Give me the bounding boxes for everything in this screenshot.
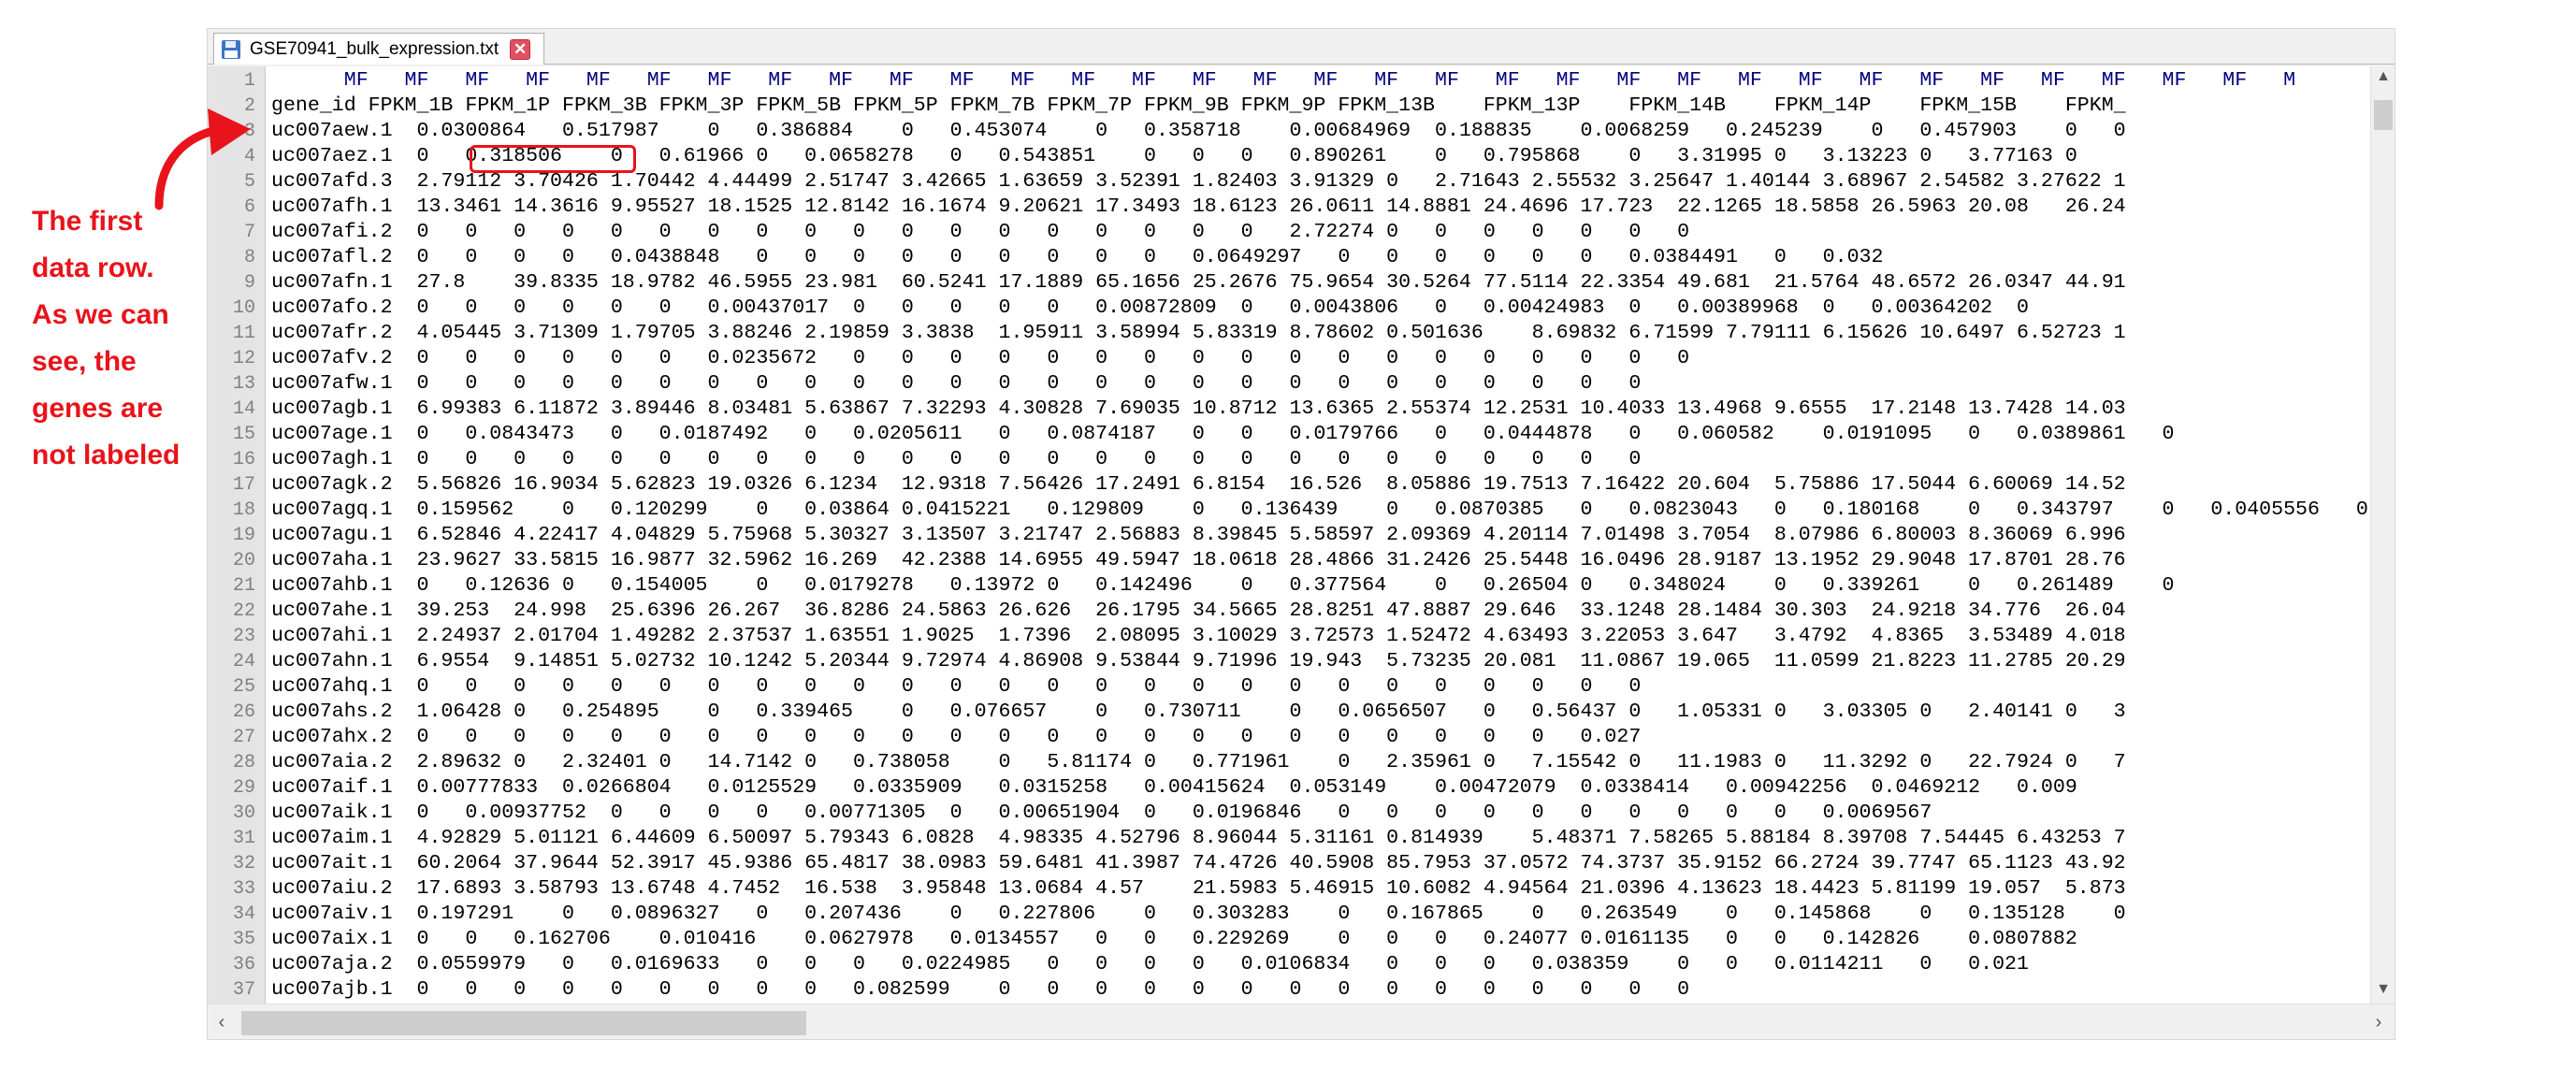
data-line[interactable]: uc007ahq.1 0 0 0 0 0 0 0 0 0 0 0 0 0 0 0…: [271, 674, 1641, 700]
line-number: 18: [232, 499, 255, 521]
line-number: 31: [232, 828, 255, 849]
line-number: 1: [243, 70, 255, 92]
first-row-highlight-box: [470, 145, 636, 173]
line-number: 25: [232, 676, 255, 698]
annotation-text: The first data row. As we can see, the g…: [32, 206, 181, 470]
data-line[interactable]: uc007aim.1 4.92829 5.01121 6.44609 6.500…: [271, 826, 2126, 851]
data-line[interactable]: uc007aja.2 0.0559979 0 0.0169633 0 0 0 0…: [271, 952, 2029, 977]
data-line[interactable]: uc007afd.3 2.79112 3.70426 1.70442 4.444…: [271, 169, 2126, 195]
data-line[interactable]: uc007afl.2 0 0 0 0 0.0438848 0 0 0 0 0 0…: [271, 245, 1883, 270]
data-line[interactable]: uc007ahs.2 1.06428 0 0.254895 0 0.339465…: [271, 700, 2126, 725]
line-number: 13: [232, 373, 255, 395]
line-number: 14: [232, 398, 255, 420]
data-line[interactable]: uc007ajb.1 0 0 0 0 0 0 0 0 0 0.082599 0 …: [271, 977, 1689, 1003]
data-line[interactable]: uc007aiv.1 0.197291 0 0.0896327 0 0.2074…: [271, 902, 2126, 927]
line-number: 30: [232, 802, 255, 824]
data-line[interactable]: uc007ahb.1 0 0.12636 0 0.154005 0 0.0179…: [271, 573, 2174, 599]
data-line[interactable]: uc007afr.2 4.05445 3.71309 1.79705 3.882…: [271, 321, 2126, 346]
data-line[interactable]: uc007ahi.1 2.24937 2.01704 1.49282 2.375…: [271, 624, 2126, 649]
line-number: 36: [232, 954, 255, 975]
data-line[interactable]: uc007afn.1 27.8 39.8335 18.9782 46.5955 …: [271, 270, 2126, 296]
data-line[interactable]: uc007aiu.2 17.6893 3.58793 13.6748 4.745…: [271, 876, 2126, 902]
horizontal-scroll-thumb[interactable]: [241, 1011, 806, 1035]
data-line[interactable]: uc007afh.1 13.3461 14.3616 9.95527 18.15…: [271, 195, 2126, 220]
data-line[interactable]: uc007aif.1 0.00777833 0.0266804 0.012552…: [271, 775, 2077, 801]
tab-bar: GSE70941_bulk_expression.txt ✕: [208, 29, 2395, 65]
data-line[interactable]: uc007ahx.2 0 0 0 0 0 0 0 0 0 0 0 0 0 0 0…: [271, 725, 1641, 750]
data-line[interactable]: uc007aha.1 23.9627 33.5815 16.9877 32.59…: [271, 548, 2126, 573]
line-number: 21: [232, 575, 255, 597]
data-line[interactable]: uc007afo.2 0 0 0 0 0 0 0.00437017 0 0 0 …: [271, 296, 2029, 321]
data-line[interactable]: uc007aik.1 0 0.00937752 0 0 0 0 0.007713…: [271, 801, 1932, 826]
line-number: 29: [232, 777, 255, 799]
data-line[interactable]: uc007ahn.1 6.9554 9.14851 5.02732 10.124…: [271, 649, 2126, 674]
line-number: 32: [232, 853, 255, 874]
text-content[interactable]: MF MF MF MF MF MF MF MF MF MF MF MF MF M…: [268, 66, 2370, 1004]
line-number: 20: [232, 550, 255, 571]
data-line[interactable]: uc007afw.1 0 0 0 0 0 0 0 0 0 0 0 0 0 0 0…: [271, 371, 1641, 397]
data-line[interactable]: uc007agq.1 0.159562 0 0.120299 0 0.03864…: [271, 498, 2370, 523]
editor-window: GSE70941_bulk_expression.txt ✕ 123456789…: [207, 28, 2395, 1040]
line-number: 19: [232, 525, 255, 546]
line-number: 22: [232, 600, 255, 622]
column-header-line[interactable]: gene_id FPKM_1B FPKM_1P FPKM_3B FPKM_3P …: [271, 94, 2126, 119]
data-line[interactable]: uc007aia.2 2.89632 0 2.32401 0 14.7142 0…: [271, 750, 2126, 775]
line-number: 7: [243, 222, 255, 243]
line-number: 35: [232, 929, 255, 950]
line-number: 15: [232, 424, 255, 445]
line-number: 17: [232, 474, 255, 496]
data-line[interactable]: uc007agk.2 5.56826 16.9034 5.62823 19.03…: [271, 472, 2126, 498]
scroll-left-icon[interactable]: ‹: [210, 1012, 234, 1033]
data-line[interactable]: uc007agb.1 6.99383 6.11872 3.89446 8.034…: [271, 397, 2126, 422]
line-number: 8: [243, 247, 255, 268]
line-number: 34: [232, 903, 255, 925]
data-line[interactable]: uc007agh.1 0 0 0 0 0 0 0 0 0 0 0 0 0 0 0…: [271, 447, 1641, 472]
header-line[interactable]: MF MF MF MF MF MF MF MF MF MF MF MF MF M…: [271, 68, 2295, 94]
save-icon: [222, 39, 242, 59]
data-line[interactable]: uc007ahe.1 39.253 24.998 25.6396 26.267 …: [271, 599, 2126, 624]
editor-area[interactable]: 1 2 3 4 5 6 7 8 9 10 11 12 13 14 15 16 17 18 19 20 21 22 23 24 2…: [208, 66, 2395, 1004]
line-number: 10: [232, 297, 255, 319]
vertical-scrollbar[interactable]: ▲ ▼: [2370, 66, 2395, 1004]
horizontal-scrollbar[interactable]: ‹ ›: [208, 1004, 2395, 1039]
line-number: 26: [232, 701, 255, 723]
line-number: 37: [232, 979, 255, 1001]
data-line[interactable]: uc007age.1 0 0.0843473 0 0.0187492 0 0.0…: [271, 422, 2174, 447]
line-number: 9: [243, 272, 255, 294]
line-number: 11: [232, 323, 255, 344]
line-number: 27: [232, 727, 255, 748]
close-icon[interactable]: ✕: [510, 38, 531, 60]
data-line[interactable]: uc007aix.1 0 0 0.162706 0.010416 0.06279…: [271, 927, 2077, 952]
line-number: 28: [232, 752, 255, 773]
data-line[interactable]: uc007agu.1 6.52846 4.22417 4.04829 5.759…: [271, 523, 2126, 548]
scroll-down-icon[interactable]: ▼: [2371, 981, 2395, 998]
line-number: 24: [232, 651, 255, 672]
data-line[interactable]: uc007afv.2 0 0 0 0 0 0 0.0235672 0 0 0 0…: [271, 346, 1689, 371]
tab-title: GSE70941_bulk_expression.txt: [250, 38, 499, 59]
scroll-right-icon[interactable]: ›: [2366, 1012, 2391, 1033]
file-tab[interactable]: GSE70941_bulk_expression.txt ✕: [213, 33, 544, 65]
line-number: 23: [232, 626, 255, 647]
scroll-up-icon[interactable]: ▲: [2371, 68, 2395, 85]
line-number: 16: [232, 449, 255, 470]
line-number: 12: [232, 348, 255, 369]
data-line[interactable]: uc007afi.2 0 0 0 0 0 0 0 0 0 0 0 0 0 0 0…: [271, 220, 1689, 245]
data-line[interactable]: uc007aew.1 0.0300864 0.517987 0 0.386884…: [271, 119, 2126, 144]
line-number: 33: [232, 878, 255, 900]
data-line[interactable]: uc007ait.1 60.2064 37.9644 52.3917 45.93…: [271, 851, 2126, 876]
vertical-scroll-thumb[interactable]: [2374, 100, 2393, 130]
